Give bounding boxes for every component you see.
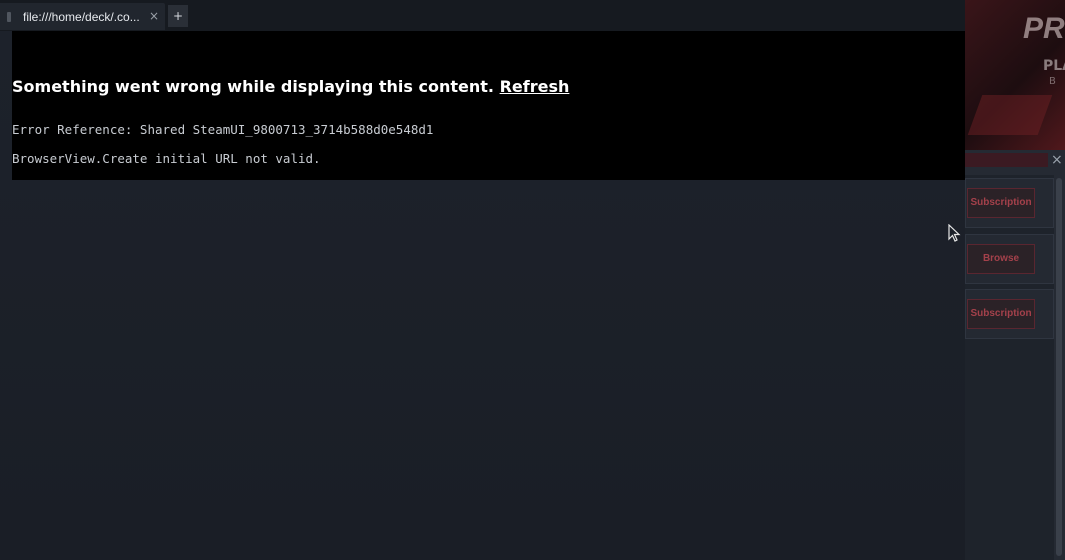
banner-decoration (967, 95, 1053, 135)
error-detail: BrowserView.Create initial URL not valid… (12, 151, 321, 166)
tab-favicon-icon (7, 11, 11, 22)
new-tab-button[interactable]: + (168, 5, 188, 27)
browse-button[interactable]: Browse (967, 244, 1035, 274)
side-scrollbar[interactable] (1056, 178, 1062, 556)
error-reference: Error Reference: Shared SteamUI_9800713_… (12, 122, 434, 137)
error-heading: Something went wrong while displaying th… (12, 77, 569, 96)
mouse-cursor-icon (948, 224, 961, 242)
refresh-link[interactable]: Refresh (500, 77, 570, 96)
banner-line-1: PLA (1043, 58, 1065, 74)
subscription-button[interactable]: Subscription (967, 188, 1035, 218)
side-app-panel: PRE PLA B × Subscription Browse Subscrip… (965, 0, 1065, 560)
list-item: Subscription (965, 289, 1054, 339)
banner-line-2: B (1049, 76, 1056, 87)
subscription-button[interactable]: Subscription (967, 299, 1035, 329)
browser-tab-bar: file:///home/deck/.co... × + (0, 0, 965, 32)
side-banner-image: PRE PLA B (965, 0, 1065, 150)
tab-title: file:///home/deck/.co... (23, 9, 140, 24)
list-item: Subscription (965, 178, 1054, 228)
tab-close-icon[interactable]: × (149, 9, 159, 23)
browser-tab[interactable]: file:///home/deck/.co... × (0, 3, 165, 30)
side-header-strip (965, 153, 1048, 167)
side-close-icon[interactable]: × (1051, 152, 1063, 168)
list-item: Browse (965, 234, 1054, 284)
error-panel: Something went wrong while displaying th… (12, 31, 965, 180)
error-message: Something went wrong while displaying th… (12, 77, 494, 96)
side-list: Subscription Browse Subscription (965, 175, 1054, 560)
banner-title: PRE (1023, 12, 1065, 45)
browser-content-area: Something went wrong while displaying th… (0, 31, 965, 560)
